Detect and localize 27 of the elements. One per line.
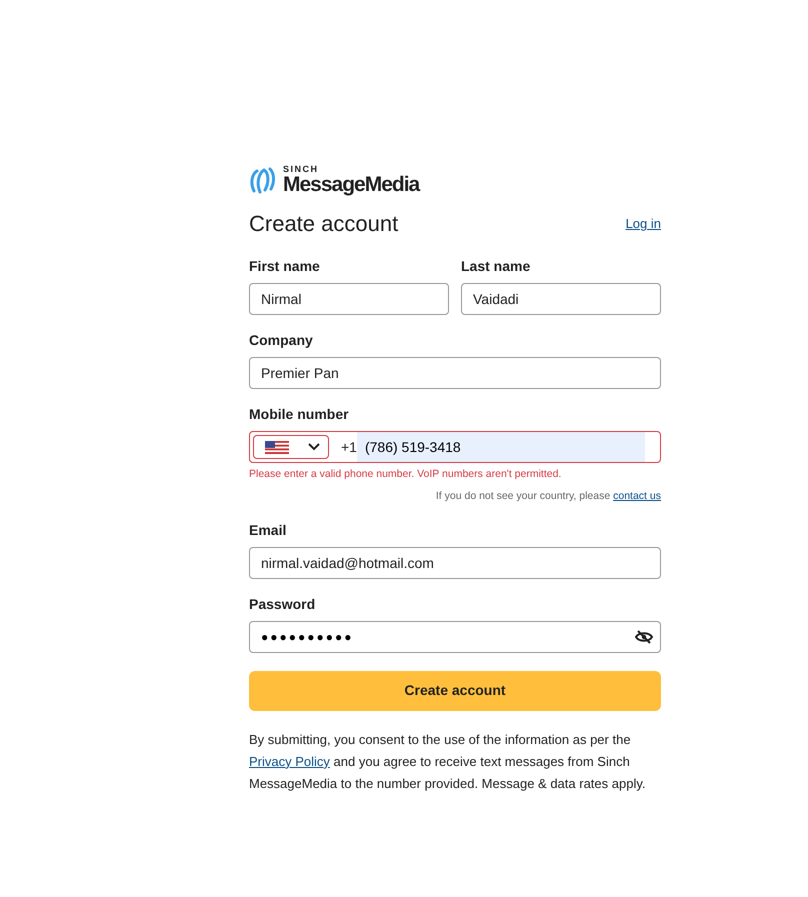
contact-link[interactable]: contact us (613, 490, 661, 502)
field-label: Password (249, 594, 316, 614)
consent-text: By submitting, you consent to the use of the information as per the Privacy Policy and you agree to receive text messages from Sinch MessageMedia to the number provided. Message & data rates apply. (249, 730, 646, 793)
brand-name: MessageMedia (283, 174, 420, 195)
input-field[interactable]: Premier Pan (249, 357, 661, 390)
login-link[interactable]: Log in (626, 214, 661, 234)
error-message: Please enter a valid phone number. VoIP numbers aren't permitted. (249, 467, 562, 482)
country-select[interactable] (253, 435, 329, 460)
field-label: Email (249, 520, 286, 540)
flag-icon (265, 440, 289, 454)
hint-text: If you do not see your country, please (436, 490, 612, 502)
eye-slash-icon[interactable] (635, 630, 653, 644)
create-account-button[interactable]: Create account (249, 670, 661, 711)
password-field[interactable]: ●●●●●●●●●● (249, 620, 661, 653)
input-field[interactable]: nirmal.vaidad@hotmail.com (249, 546, 661, 579)
input-field[interactable]: Vaidadi (461, 283, 661, 316)
field-label: Last name (461, 257, 530, 276)
brand-subtitle: SINCH (283, 165, 320, 174)
field-label: Mobile number (249, 405, 349, 424)
phone-field[interactable]: +1 (786) 519-3418 (249, 431, 661, 464)
country-code: +1 (341, 438, 357, 457)
field-label: First name (249, 257, 320, 276)
field-label: Company (249, 331, 313, 350)
privacy-policy-link[interactable]: Privacy Policy (249, 754, 330, 769)
input-field[interactable]: Nirmal (249, 283, 449, 316)
chevron-down-icon (308, 443, 320, 452)
page-heading: Create account (249, 211, 398, 238)
